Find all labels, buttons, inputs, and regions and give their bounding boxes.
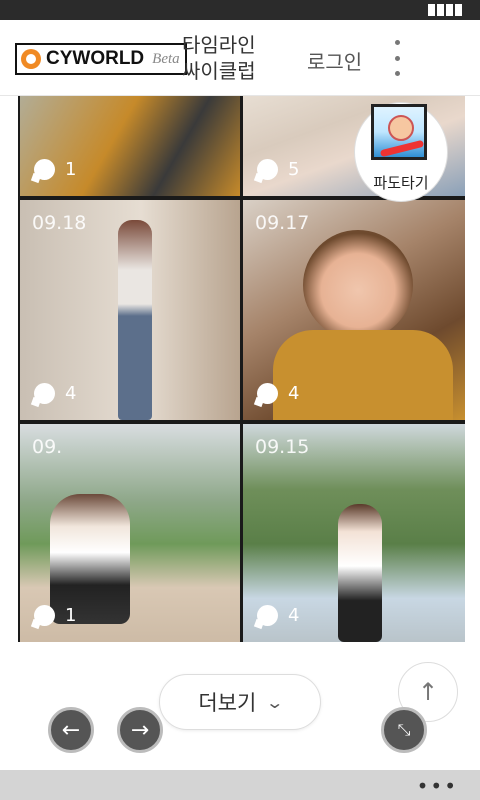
photo-tile[interactable]: 09. 1 [20,424,240,642]
comment-icon [257,383,278,404]
comment-number: 4 [65,383,77,404]
cyworld-logo-icon [21,49,41,69]
photo-figure [338,504,382,642]
bottom-bar: ••• [0,770,480,800]
padotagi-label: 파도타기 [373,174,429,192]
photo-figure [118,220,152,420]
collapse-icon: ⤡ [397,720,411,739]
forward-button[interactable]: → [117,707,163,753]
photo-date: 09.15 [255,436,310,458]
photo-figure [273,330,453,420]
cyworld-logo[interactable]: CYWORLD Beta [15,43,187,75]
comment-icon [34,159,55,180]
photo-date: 09. [32,436,63,458]
photo-tile[interactable]: 09.15 4 [243,424,465,642]
kebab-menu-icon[interactable] [388,40,406,76]
load-more-label: 더보기 [198,691,257,715]
comment-number: 1 [65,605,77,626]
load-more-button[interactable]: 더보기 ⌄ [159,674,321,730]
arrow-up-icon: ↑ [417,678,439,706]
comment-number: 1 [65,159,77,180]
surfer-avatar-icon [371,104,427,160]
comment-icon [34,605,55,626]
chevron-down-icon: ⌄ [265,692,285,712]
comment-count: 4 [257,383,299,404]
arrow-left-icon: ← [61,717,81,743]
logo-text: CYWORLD [46,48,145,69]
comment-count: 5 [257,159,299,180]
comment-count: 4 [34,383,76,404]
photo-tile[interactable]: 09.17 4 [243,200,465,420]
timeline-cycle-link[interactable]: 타임라인 싸이클럽 [182,32,272,84]
photo-tile[interactable]: 1 [20,96,240,196]
comment-number: 4 [288,383,300,404]
comment-count: 4 [257,605,299,626]
photo-date: 09.17 [255,212,310,234]
status-bar [0,0,480,20]
back-button[interactable]: ← [48,707,94,753]
battery-icon [428,4,462,16]
surfboard-shape [379,139,424,157]
photo-figure [303,230,413,340]
padotagi-button[interactable]: 파도타기 [355,103,447,201]
comment-number: 5 [288,159,300,180]
login-link[interactable]: 로그인 [307,46,362,75]
logo-beta: Beta [152,50,180,67]
comment-count: 1 [34,605,76,626]
arrow-right-icon: → [130,717,150,743]
comment-number: 4 [288,605,300,626]
comment-icon [34,383,55,404]
photo-tile[interactable]: 09.18 4 [20,200,240,420]
comment-count: 1 [34,159,76,180]
overflow-dots-icon[interactable]: ••• [417,774,458,798]
comment-icon [257,159,278,180]
collapse-button[interactable]: ⤡ [381,707,427,753]
photo-date: 09.18 [32,212,87,234]
comment-icon [257,605,278,626]
surfer-figure [388,115,414,141]
header: CYWORLD Beta 타임라인 싸이클럽 로그인 [0,20,480,96]
